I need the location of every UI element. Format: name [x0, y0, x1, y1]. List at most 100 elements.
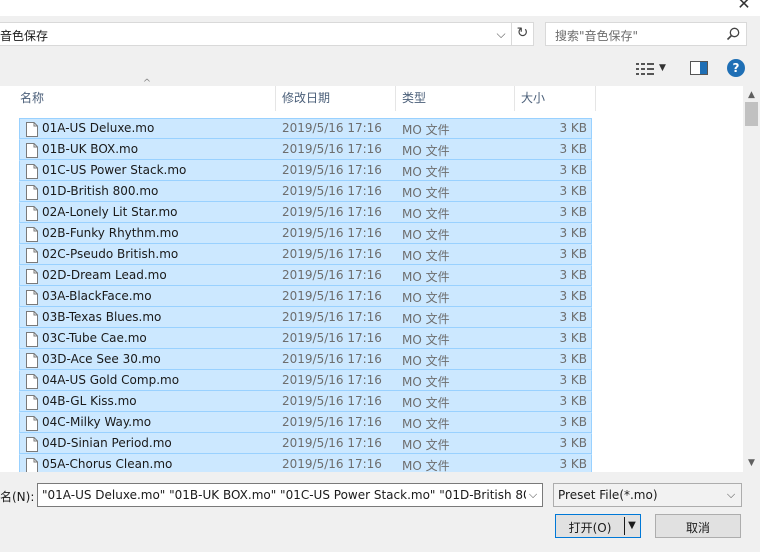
scroll-down-icon[interactable]: ▼	[743, 456, 760, 470]
file-name: 03A-BlackFace.mo	[42, 289, 152, 303]
file-size: 3 KB	[559, 226, 587, 240]
refresh-button[interactable]: ↻	[512, 22, 534, 46]
file-date: 2019/5/16 17:16	[282, 373, 382, 387]
file-icon	[26, 143, 38, 158]
file-row[interactable]: 04B-GL Kiss.mo 2019/5/16 17:16 MO 文件 3 KB	[19, 391, 592, 412]
preview-pane-icon[interactable]	[690, 61, 708, 75]
file-size: 3 KB	[559, 331, 587, 345]
file-date: 2019/5/16 17:16	[282, 415, 382, 429]
file-date: 2019/5/16 17:16	[282, 121, 382, 135]
file-row[interactable]: 02D-Dream Lead.mo 2019/5/16 17:16 MO 文件 3 K…	[19, 265, 592, 286]
file-icon	[26, 437, 38, 452]
file-size: 3 KB	[559, 184, 587, 198]
view-options-chevron-icon[interactable]: ▼	[659, 60, 671, 76]
column-header-name[interactable]: 名称	[14, 86, 276, 111]
file-size: 3 KB	[559, 373, 587, 387]
file-size: 3 KB	[559, 205, 587, 219]
file-name: 01A-US Deluxe.mo	[42, 121, 155, 135]
file-date: 2019/5/16 17:16	[282, 310, 382, 324]
file-type: MO 文件	[402, 186, 450, 200]
file-row[interactable]: 02A-Lonely Lit Star.mo 2019/5/16 17:16 MO …	[19, 202, 592, 223]
chevron-down-icon[interactable]: ⌵	[494, 25, 508, 43]
file-icon	[26, 353, 38, 368]
column-header-size[interactable]: 大小	[515, 86, 596, 111]
file-name: 02A-Lonely Lit Star.mo	[42, 205, 178, 219]
chevron-down-icon[interactable]: ⌵	[526, 487, 540, 503]
file-name: 02D-Dream Lead.mo	[42, 268, 167, 282]
file-icon	[26, 248, 38, 263]
file-icon	[26, 458, 38, 473]
file-type: MO 文件	[402, 396, 450, 410]
file-type: MO 文件	[402, 144, 450, 158]
file-row[interactable]: 01C-US Power Stack.mo 2019/5/16 17:16 MO 文…	[19, 160, 592, 181]
file-type: MO 文件	[402, 123, 450, 137]
file-date: 2019/5/16 17:16	[282, 352, 382, 366]
filetype-select[interactable]: Preset File(*.mo) ⌵	[553, 483, 742, 507]
cancel-button-label: 取消	[685, 521, 710, 535]
file-type: MO 文件	[402, 354, 450, 368]
close-button[interactable]: ✕	[734, 0, 754, 13]
file-row[interactable]: 01B-UK BOX.mo 2019/5/16 17:16 MO 文件 3 KB	[19, 139, 592, 160]
file-size: 3 KB	[559, 247, 587, 261]
file-date: 2019/5/16 17:16	[282, 436, 382, 450]
file-icon	[26, 164, 38, 179]
file-row[interactable]: 03A-BlackFace.mo 2019/5/16 17:16 MO 文件 3 KB	[19, 286, 592, 307]
file-row[interactable]: 04C-Milky Way.mo 2019/5/16 17:16 MO 文件 3 KB	[19, 412, 592, 433]
file-name: 01D-British 800.mo	[42, 184, 159, 198]
file-row[interactable]: 03C-Tube Cae.mo 2019/5/16 17:16 MO 文件 3 KB	[19, 328, 592, 349]
file-size: 3 KB	[559, 394, 587, 408]
file-row[interactable]: 02B-Funky Rhythm.mo 2019/5/16 17:16 MO 文件 3…	[19, 223, 592, 244]
file-size: 3 KB	[559, 163, 587, 177]
file-name: 02C-Pseudo British.mo	[42, 247, 179, 261]
file-type: MO 文件	[402, 291, 450, 305]
file-name: 04B-GL Kiss.mo	[42, 394, 137, 408]
help-icon[interactable]: ?	[727, 59, 745, 77]
search-placeholder: 搜索"音色保存"	[555, 29, 639, 43]
filename-value: "01A-US Deluxe.mo" "01B-UK BOX.mo" "01C-…	[42, 488, 526, 502]
file-row[interactable]: 02C-Pseudo British.mo 2019/5/16 17:16 MO 文…	[19, 244, 592, 265]
file-type: MO 文件	[402, 165, 450, 179]
cancel-button[interactable]: 取消	[655, 514, 741, 538]
filename-input[interactable]: "01A-US Deluxe.mo" "01B-UK BOX.mo" "01C-…	[37, 483, 543, 507]
column-header-type[interactable]: 类型	[396, 86, 515, 111]
search-input[interactable]: 搜索"音色保存"	[545, 22, 747, 46]
title-bar-strip	[0, 0, 760, 16]
file-name: 04D-Sinian Period.mo	[42, 436, 172, 450]
file-icon	[26, 395, 38, 410]
file-type: MO 文件	[402, 333, 450, 347]
open-dropdown-arrow-icon[interactable]: ▼	[626, 518, 638, 534]
file-date: 2019/5/16 17:16	[282, 163, 382, 177]
address-path: 音色保存	[0, 29, 49, 43]
file-name: 03B-Texas Blues.mo	[42, 310, 162, 324]
address-bar[interactable]: 音色保存 ⌵	[0, 22, 512, 46]
file-name: 01C-US Power Stack.mo	[42, 163, 187, 177]
details-view-icon[interactable]	[636, 62, 654, 76]
file-row[interactable]: 03D-Ace See 30.mo 2019/5/16 17:16 MO 文件 3 K…	[19, 349, 592, 370]
file-row[interactable]: 04A-US Gold Comp.mo 2019/5/16 17:16 MO 文件 3…	[19, 370, 592, 391]
file-icon	[26, 416, 38, 431]
column-header-date[interactable]: 修改日期	[276, 86, 396, 111]
file-name: 01B-UK BOX.mo	[42, 142, 139, 156]
file-size: 3 KB	[559, 142, 587, 156]
file-type: MO 文件	[402, 417, 450, 431]
scroll-up-icon[interactable]: ▲	[743, 88, 760, 102]
filetype-value: Preset File(*.mo)	[558, 488, 658, 502]
file-icon	[26, 374, 38, 389]
file-row[interactable]: 04D-Sinian Period.mo 2019/5/16 17:16 MO 文件…	[19, 433, 592, 454]
file-row[interactable]: 01A-US Deluxe.mo 2019/5/16 17:16 MO 文件 3 KB	[19, 118, 592, 139]
file-row[interactable]: 01D-British 800.mo 2019/5/16 17:16 MO 文件 3 …	[19, 181, 592, 202]
file-size: 3 KB	[559, 352, 587, 366]
file-size: 3 KB	[559, 415, 587, 429]
file-name: 02B-Funky Rhythm.mo	[42, 226, 179, 240]
file-row[interactable]: 03B-Texas Blues.mo 2019/5/16 17:16 MO 文件 3 …	[19, 307, 592, 328]
file-size: 3 KB	[559, 436, 587, 450]
chevron-down-icon[interactable]: ⌵	[724, 487, 738, 503]
search-icon[interactable]	[725, 26, 741, 42]
file-name: 03D-Ace See 30.mo	[42, 352, 161, 366]
file-icon	[26, 206, 38, 221]
file-date: 2019/5/16 17:16	[282, 142, 382, 156]
file-date: 2019/5/16 17:16	[282, 394, 382, 408]
scrollbar-thumb[interactable]	[745, 102, 758, 126]
open-button[interactable]: 打开(O) ▼	[555, 514, 641, 538]
vertical-scrollbar[interactable]	[743, 86, 760, 472]
